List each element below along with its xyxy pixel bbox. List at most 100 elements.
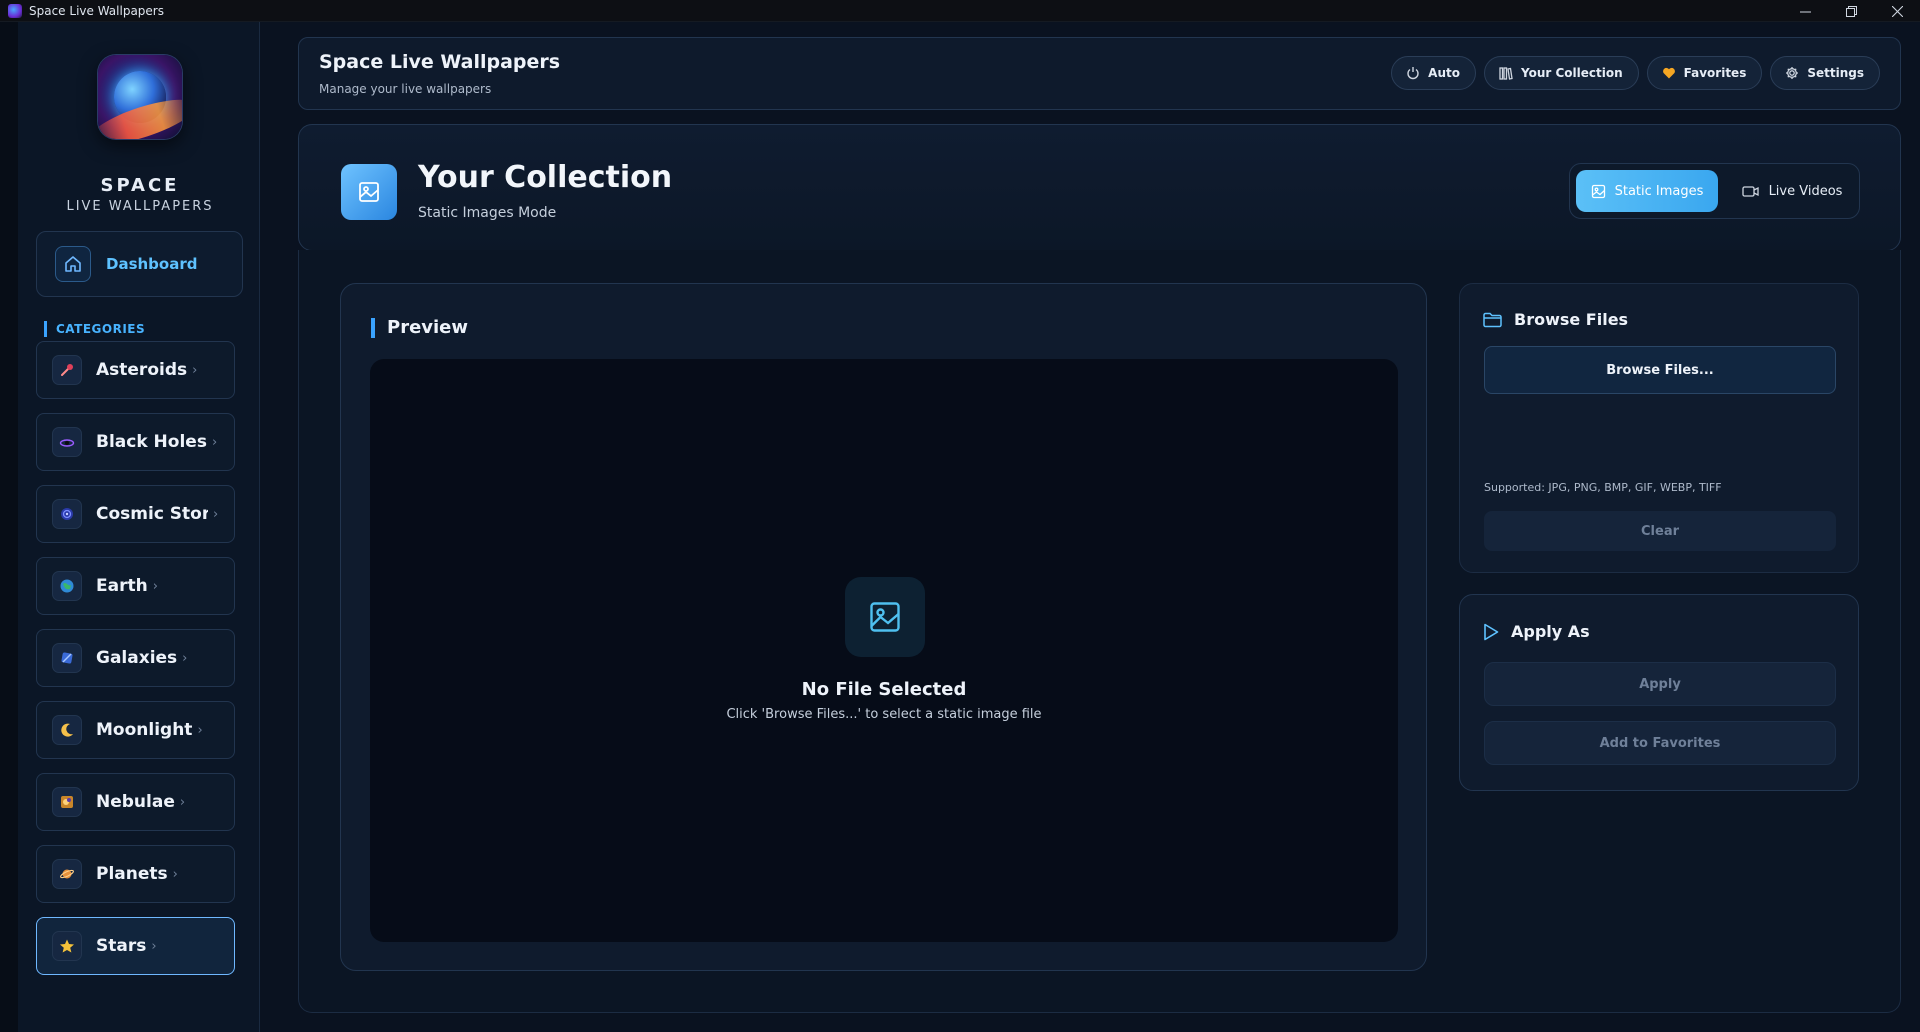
header-subtitle: Manage your live wallpapers bbox=[319, 82, 492, 96]
auto-button[interactable]: Auto bbox=[1391, 56, 1476, 90]
library-icon bbox=[1499, 67, 1513, 80]
browse-files-heading-label: Browse Files bbox=[1514, 310, 1629, 329]
cosmic-storm-icon bbox=[52, 499, 82, 529]
heart-icon bbox=[1662, 67, 1675, 79]
app-header: Space Live Wallpapers Manage your live w… bbox=[298, 37, 1901, 110]
dashboard-label: Dashboard bbox=[106, 255, 198, 273]
your-collection-label: Your Collection bbox=[1520, 66, 1623, 80]
sidebar-item-stars[interactable]: Stars › bbox=[36, 917, 235, 975]
live-videos-tab[interactable]: Live Videos bbox=[1732, 170, 1852, 212]
settings-button[interactable]: Settings bbox=[1770, 56, 1880, 90]
sidebar-item-label: Planets bbox=[96, 864, 168, 884]
sidebar: SPACE LIVE WALLPAPERS Dashboard CATEGORI… bbox=[0, 22, 260, 1032]
video-icon bbox=[1741, 185, 1759, 197]
collection-header: Your Collection Static Images Mode Stati… bbox=[298, 124, 1901, 251]
preview-panel: Preview No File Selected Click 'Browse F… bbox=[340, 283, 1427, 971]
brand-subtitle: LIVE WALLPAPERS bbox=[66, 199, 214, 214]
sidebar-item-planets[interactable]: Planets › bbox=[36, 845, 235, 903]
chevron-right-icon: › bbox=[179, 794, 186, 810]
chevron-right-icon: › bbox=[182, 650, 188, 666]
close-icon bbox=[1891, 5, 1903, 17]
close-button[interactable] bbox=[1874, 0, 1920, 22]
minimize-icon bbox=[1799, 11, 1811, 12]
restore-button[interactable] bbox=[1828, 0, 1874, 22]
sidebar-item-earth[interactable]: Earth › bbox=[36, 557, 235, 615]
dashboard-button[interactable]: Dashboard bbox=[36, 231, 243, 297]
black-hole-icon bbox=[52, 427, 82, 457]
live-videos-label: Live Videos bbox=[1768, 183, 1843, 199]
apply-as-panel: Apply As Apply Add to Favorites bbox=[1459, 594, 1859, 791]
sidebar-item-label: Earth bbox=[96, 576, 148, 596]
star-icon bbox=[52, 931, 82, 961]
page-title: Your Collection bbox=[418, 160, 673, 195]
sidebar-item-label: Stars bbox=[96, 936, 147, 956]
sidebar-item-nebulae[interactable]: Nebulae › bbox=[36, 773, 235, 831]
favorites-label: Favorites bbox=[1683, 66, 1747, 80]
planet-icon bbox=[52, 859, 82, 889]
supported-formats: Supported: JPG, PNG, BMP, GIF, WEBP, TIF… bbox=[1484, 481, 1722, 494]
sidebar-item-cosmic-storms[interactable]: Cosmic Storı › bbox=[36, 485, 235, 543]
window-title-bar: Space Live Wallpapers bbox=[0, 0, 1920, 22]
header-title: Space Live Wallpapers bbox=[319, 51, 561, 73]
sidebar-item-label: Asteroids bbox=[96, 360, 188, 380]
chevron-right-icon: › bbox=[152, 578, 158, 594]
chevron-right-icon: › bbox=[197, 722, 203, 738]
preview-canvas: No File Selected Click 'Browse Files...'… bbox=[370, 359, 1398, 942]
page-subtitle: Static Images Mode bbox=[418, 205, 557, 221]
your-collection-button[interactable]: Your Collection bbox=[1483, 56, 1639, 90]
empty-state-title: No File Selected bbox=[801, 679, 967, 700]
nebula-icon bbox=[52, 787, 82, 817]
apply-as-heading: Apply As bbox=[1483, 622, 1590, 641]
chevron-right-icon: › bbox=[213, 506, 219, 522]
galaxy-icon bbox=[52, 643, 82, 673]
sidebar-item-label: Galaxies bbox=[96, 648, 178, 668]
sidebar-item-galaxies[interactable]: Galaxies › bbox=[36, 629, 235, 687]
power-icon bbox=[1407, 67, 1419, 80]
sidebar-item-black-holes[interactable]: Black Holes › bbox=[36, 413, 235, 471]
static-images-label: Static Images bbox=[1614, 183, 1704, 199]
window-controls bbox=[1782, 0, 1920, 22]
categories-heading: CATEGORIES bbox=[44, 321, 145, 337]
app-icon bbox=[8, 3, 22, 18]
chevron-right-icon: › bbox=[151, 938, 157, 954]
app-logo bbox=[98, 55, 182, 139]
preview-heading: Preview bbox=[371, 318, 468, 338]
chevron-right-icon: › bbox=[172, 866, 178, 882]
image-icon bbox=[1591, 184, 1605, 198]
browse-files-button[interactable]: Browse Files... bbox=[1484, 346, 1836, 394]
gear-icon bbox=[1786, 67, 1799, 79]
static-images-tab[interactable]: Static Images bbox=[1576, 170, 1718, 212]
moon-icon bbox=[52, 715, 82, 745]
browse-files-heading: Browse Files bbox=[1483, 310, 1628, 329]
image-icon bbox=[341, 164, 397, 220]
chevron-right-icon: › bbox=[211, 434, 218, 450]
apply-button[interactable]: Apply bbox=[1484, 662, 1836, 706]
restore-icon bbox=[1845, 5, 1857, 17]
header-nav: Auto Your Collection Favorites Settings bbox=[1391, 56, 1880, 90]
sidebar-item-moonlight[interactable]: Moonlight › bbox=[36, 701, 235, 759]
earth-icon bbox=[52, 571, 82, 601]
sidebar-item-label: Nebulae bbox=[96, 792, 175, 812]
asteroid-icon bbox=[52, 355, 82, 385]
minimize-button[interactable] bbox=[1782, 0, 1828, 22]
settings-label: Settings bbox=[1807, 66, 1864, 80]
folder-icon bbox=[1483, 312, 1502, 327]
add-to-favorites-button[interactable]: Add to Favorites bbox=[1484, 721, 1836, 765]
favorites-button[interactable]: Favorites bbox=[1646, 56, 1763, 90]
sidebar-item-label: Black Holes bbox=[96, 432, 207, 452]
auto-label: Auto bbox=[1428, 66, 1460, 80]
window-title: Space Live Wallpapers bbox=[29, 3, 164, 18]
sidebar-item-label: Moonlight bbox=[96, 720, 193, 740]
sidebar-item-label: Cosmic Storı bbox=[96, 504, 208, 524]
clear-button[interactable]: Clear bbox=[1484, 511, 1836, 551]
apply-as-heading-label: Apply As bbox=[1511, 622, 1590, 641]
brand-title: SPACE bbox=[100, 175, 180, 196]
browse-files-panel: Browse Files Browse Files... Supported: … bbox=[1459, 283, 1859, 573]
mode-toggle: Static Images Live Videos bbox=[1569, 163, 1860, 219]
play-icon bbox=[1484, 623, 1499, 640]
chevron-right-icon: › bbox=[192, 362, 198, 378]
empty-state-subtitle: Click 'Browse Files...' to select a stat… bbox=[726, 707, 1042, 722]
home-icon bbox=[55, 246, 91, 282]
sidebar-item-asteroids[interactable]: Asteroids › bbox=[36, 341, 235, 399]
image-placeholder-icon bbox=[845, 577, 925, 657]
